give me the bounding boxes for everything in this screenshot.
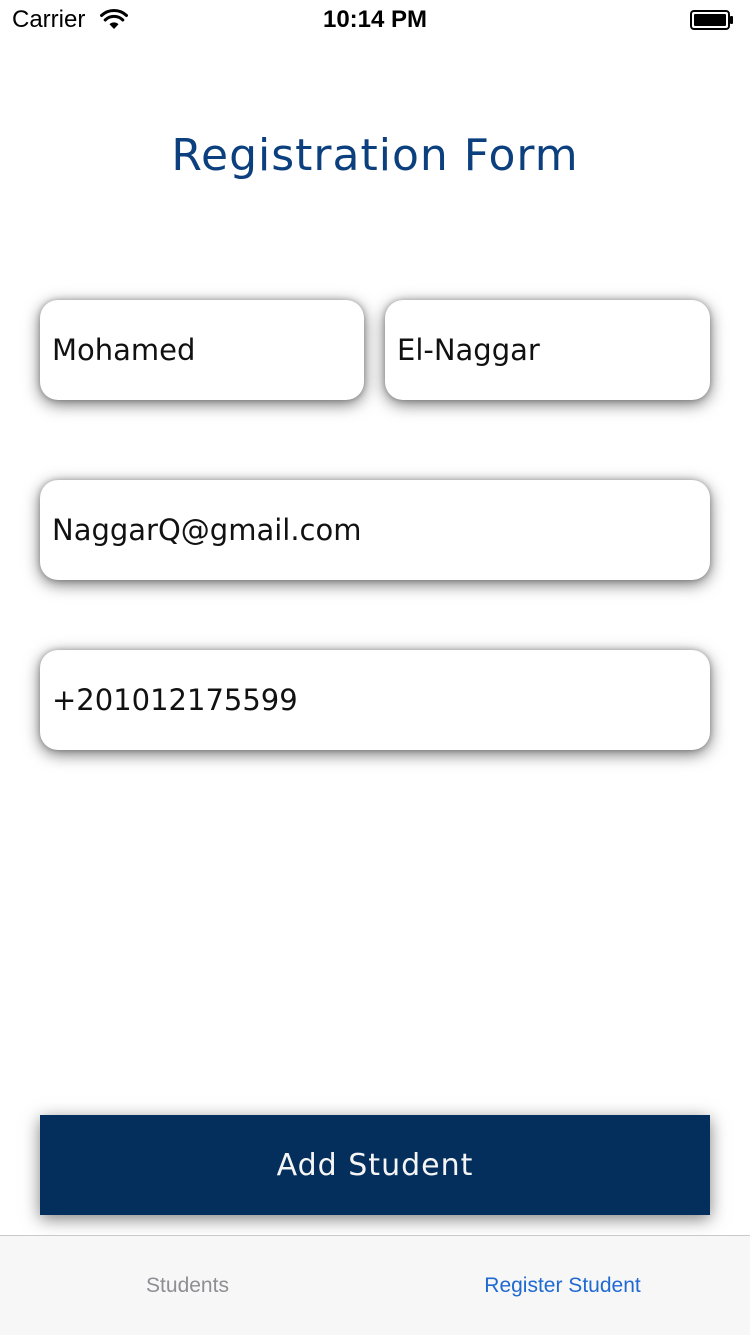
add-student-label: Add Student <box>276 1147 474 1183</box>
page-title: Registration Form <box>171 130 579 181</box>
last-name-field[interactable]: El-Naggar <box>385 300 710 400</box>
phone-value: +201012175599 <box>52 683 298 717</box>
first-name-value: Mohamed <box>52 333 196 367</box>
phone-field[interactable]: +201012175599 <box>40 650 710 750</box>
email-value: NaggarQ@gmail.com <box>52 513 362 547</box>
status-bar: Carrier 10:14 PM <box>0 0 750 40</box>
last-name-value: El-Naggar <box>397 333 540 367</box>
tab-register-student[interactable]: Register Student <box>375 1236 750 1335</box>
battery-icon <box>690 10 734 30</box>
tab-students-label: Students <box>146 1273 229 1297</box>
status-time: 10:14 PM <box>322 6 428 33</box>
email-field[interactable]: NaggarQ@gmail.com <box>40 480 710 580</box>
first-name-field[interactable]: Mohamed <box>40 300 364 400</box>
tab-students[interactable]: Students <box>0 1236 375 1335</box>
add-student-button[interactable]: Add Student <box>40 1115 710 1215</box>
tab-register-student-label: Register Student <box>484 1273 641 1297</box>
tab-bar: Students Register Student <box>0 1235 750 1335</box>
